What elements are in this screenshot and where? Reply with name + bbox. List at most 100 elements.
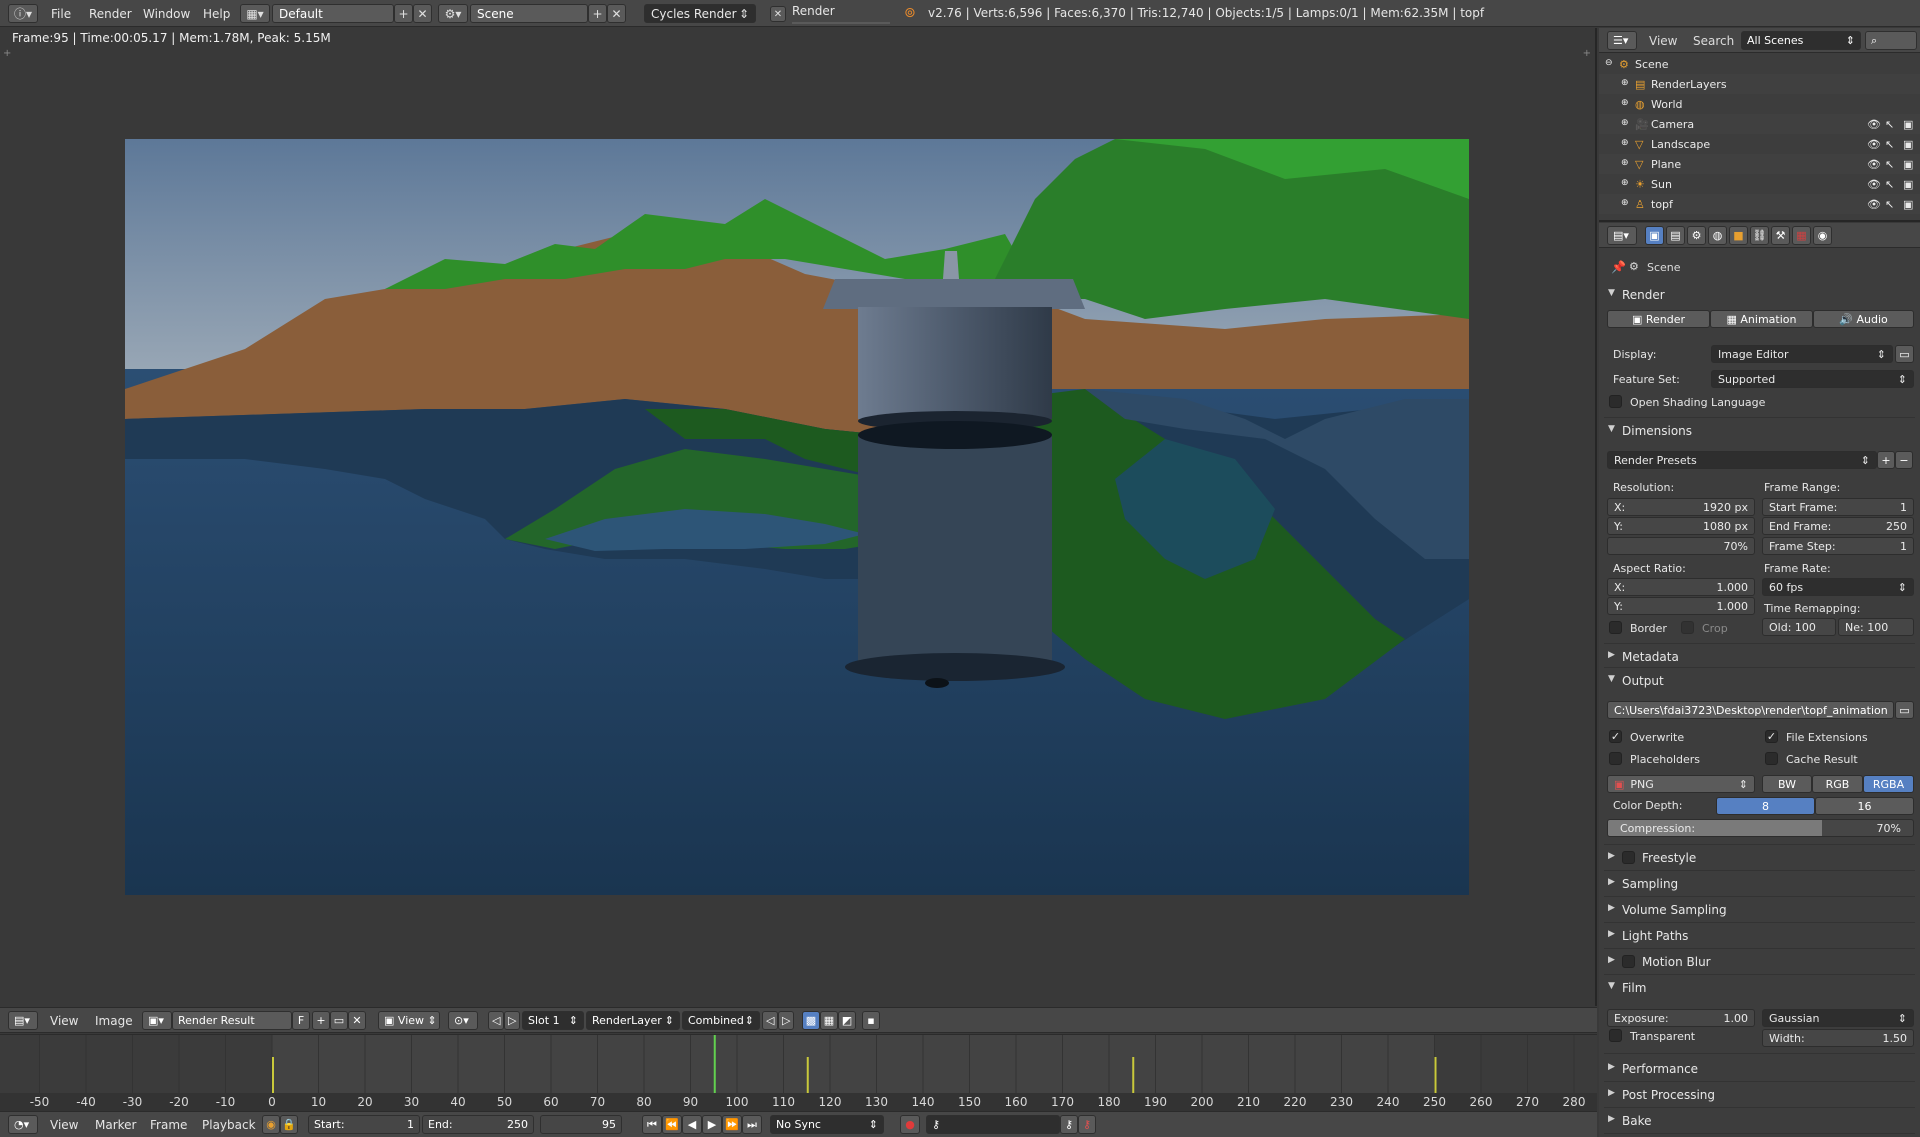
expand-toggle-icon[interactable]: ⊕ bbox=[1621, 158, 1629, 168]
resolution-x-field[interactable]: X: 1920 px bbox=[1607, 498, 1755, 516]
compression-slider[interactable]: Compression: 70% bbox=[1607, 819, 1914, 837]
outliner-row-topf[interactable]: ⊕ ♙ topf 👁 ↖ ▣ bbox=[1599, 194, 1920, 214]
draw-alpha-icon[interactable]: ▦ bbox=[820, 1011, 838, 1030]
add-scene-icon[interactable]: + bbox=[588, 4, 607, 23]
image-browse-icon[interactable]: ▣▾ bbox=[142, 1011, 172, 1030]
unlink-image-icon[interactable]: ✕ bbox=[348, 1011, 366, 1030]
outliner-row-camera[interactable]: ⊕ 🎥 Camera 👁 ↖ ▣ bbox=[1599, 114, 1920, 134]
bw-button[interactable]: BW bbox=[1762, 775, 1812, 793]
outliner-row-sun[interactable]: ⊕ ☀ Sun 👁 ↖ ▣ bbox=[1599, 174, 1920, 194]
menu-render[interactable]: Render bbox=[80, 7, 141, 21]
expand-toggle-icon[interactable]: ⊕ bbox=[1621, 198, 1629, 208]
render-button[interactable]: ▣ Render bbox=[1607, 310, 1710, 328]
next-keyframe-icon[interactable]: ⏩ bbox=[722, 1115, 742, 1134]
remove-scene-icon[interactable]: ✕ bbox=[607, 4, 626, 23]
modifiers-tab-icon[interactable]: ⚒ bbox=[1771, 226, 1790, 245]
selectable-icon[interactable]: ↖ bbox=[1885, 198, 1894, 211]
panel-performance[interactable]: ▶ Performance bbox=[1604, 1059, 1915, 1079]
jump-start-icon[interactable]: ⏮ bbox=[642, 1115, 662, 1134]
panel-enable-checkbox[interactable] bbox=[1622, 955, 1635, 968]
visibility-icon[interactable]: 👁 bbox=[1867, 158, 1881, 171]
outliner-item-label[interactable]: Plane bbox=[1651, 158, 1681, 171]
visibility-icon[interactable]: 👁 bbox=[1867, 138, 1881, 151]
menu-view[interactable]: View bbox=[50, 1118, 78, 1132]
current-frame-field[interactable]: 95 bbox=[540, 1115, 622, 1134]
panel-light-paths[interactable]: ▶ Light Paths bbox=[1604, 926, 1915, 946]
renderable-icon[interactable]: ▣ bbox=[1903, 198, 1913, 211]
resolution-percent-field[interactable]: 70% bbox=[1607, 537, 1755, 555]
menu-view[interactable]: View bbox=[50, 1014, 78, 1028]
visibility-icon[interactable]: 👁 bbox=[1867, 178, 1881, 191]
layout-field[interactable]: Default bbox=[272, 4, 394, 23]
start-frame-field[interactable]: Start Frame: 1 bbox=[1762, 498, 1914, 516]
outliner-item-label[interactable]: Camera bbox=[1651, 118, 1694, 131]
outliner-row-renderlayers[interactable]: ⊕ ▤ RenderLayers bbox=[1599, 74, 1920, 94]
physics-tab-icon[interactable]: ◉ bbox=[1813, 226, 1832, 245]
scene-icon[interactable]: ⚙▾ bbox=[438, 4, 468, 23]
sync-select[interactable]: No Sync ⇕ bbox=[770, 1115, 884, 1134]
draw-color-alpha-icon[interactable]: ▩ bbox=[802, 1011, 820, 1030]
pivot-icon[interactable]: ⊙▾ bbox=[448, 1011, 478, 1030]
menu-search[interactable]: Search bbox=[1693, 34, 1734, 48]
menu-playback[interactable]: Playback bbox=[202, 1118, 256, 1132]
display-mode-select[interactable]: All Scenes ⇕ bbox=[1741, 31, 1861, 50]
selectable-icon[interactable]: ↖ bbox=[1885, 118, 1894, 131]
crop-checkbox[interactable] bbox=[1681, 621, 1694, 634]
world-tab-icon[interactable]: ◍ bbox=[1708, 226, 1727, 245]
outliner-row-landscape[interactable]: ⊕ ▽ Landscape 👁 ↖ ▣ bbox=[1599, 134, 1920, 154]
exposure-field[interactable]: Exposure: 1.00 bbox=[1607, 1009, 1755, 1027]
renderable-icon[interactable]: ▣ bbox=[1903, 178, 1913, 191]
menu-file[interactable]: File bbox=[42, 7, 80, 21]
output-path-field[interactable]: C:\Users\fdai3723\Desktop\render\topf_an… bbox=[1607, 701, 1894, 719]
depth-8-button[interactable]: 8 bbox=[1716, 797, 1815, 815]
rgba-button[interactable]: RGBA bbox=[1863, 775, 1914, 793]
output-panel-header[interactable]: ▼ Output bbox=[1604, 671, 1915, 691]
editor-type-icon[interactable]: ▤▾ bbox=[8, 1011, 38, 1030]
panel-bake[interactable]: ▶ Bake bbox=[1604, 1111, 1915, 1131]
timeline-editor-icon[interactable]: ◔▾ bbox=[8, 1115, 38, 1134]
remap-new-field[interactable]: Ne: 100 bbox=[1838, 618, 1914, 636]
visibility-icon[interactable]: 👁 bbox=[1867, 118, 1881, 131]
overwrite-checkbox[interactable]: ✓ bbox=[1609, 730, 1622, 743]
outliner-row-plane[interactable]: ⊕ ▽ Plane 👁 ↖ ▣ bbox=[1599, 154, 1920, 174]
filter-select[interactable]: Gaussian ⇕ bbox=[1762, 1009, 1914, 1027]
border-checkbox[interactable] bbox=[1609, 621, 1622, 634]
aspect-x-field[interactable]: X: 1.000 bbox=[1607, 578, 1755, 596]
panel-volume-sampling[interactable]: ▶ Volume Sampling bbox=[1604, 900, 1915, 920]
feature-set-select[interactable]: Supported ⇕ bbox=[1711, 370, 1914, 388]
outliner-row-world[interactable]: ⊕ ◍ World bbox=[1599, 94, 1920, 114]
render-pass-select[interactable]: Combined ⇕ bbox=[682, 1011, 760, 1030]
image-name-field[interactable]: Render Result bbox=[172, 1011, 292, 1030]
render-tab-icon[interactable]: ▣ bbox=[1645, 226, 1664, 245]
panel-sampling[interactable]: ▶ Sampling bbox=[1604, 874, 1915, 894]
view-mode-select[interactable]: ▣ View ⇕ bbox=[378, 1011, 440, 1030]
menu-marker[interactable]: Marker bbox=[95, 1118, 136, 1132]
expand-toggle-icon[interactable]: ⊕ bbox=[1621, 178, 1629, 188]
render-engine-select[interactable]: Cycles Render ⇕ bbox=[644, 4, 756, 23]
rgb-button[interactable]: RGB bbox=[1812, 775, 1863, 793]
next-pass-icon[interactable]: ▷ bbox=[778, 1011, 794, 1030]
add-preset-icon[interactable]: + bbox=[1877, 451, 1895, 469]
transparent-checkbox[interactable] bbox=[1609, 1029, 1622, 1042]
menu-view[interactable]: View bbox=[1649, 34, 1677, 48]
prev-keyframe-icon[interactable]: ⏪ bbox=[662, 1115, 682, 1134]
prev-pass-icon[interactable]: ◁ bbox=[762, 1011, 778, 1030]
panel-motion-blur[interactable]: ▶ Motion Blur bbox=[1604, 952, 1915, 972]
frame-rate-select[interactable]: 60 fps ⇕ bbox=[1762, 578, 1914, 596]
object-tab-icon[interactable]: ■ bbox=[1729, 226, 1748, 245]
cancel-render-icon[interactable]: ✕ bbox=[770, 6, 786, 22]
delete-keyframe-icon[interactable]: ⚷ bbox=[1078, 1115, 1096, 1134]
render-presets-select[interactable]: Render Presets ⇕ bbox=[1607, 451, 1877, 469]
outliner-item-label[interactable]: Scene bbox=[1635, 58, 1669, 71]
layout-icon[interactable]: ▦▾ bbox=[240, 4, 270, 23]
outliner-search-field[interactable]: ⌕ bbox=[1865, 31, 1917, 50]
outliner-row-scene[interactable]: ⊖ ⚙ Scene bbox=[1599, 54, 1920, 74]
new-image-icon[interactable]: + bbox=[312, 1011, 330, 1030]
outliner-item-label[interactable]: Sun bbox=[1651, 178, 1672, 191]
outliner-editor-icon[interactable]: ☰▾ bbox=[1607, 31, 1637, 50]
menu-image[interactable]: Image bbox=[95, 1014, 133, 1028]
dimensions-panel-header[interactable]: ▼ Dimensions bbox=[1604, 421, 1915, 441]
resolution-y-field[interactable]: Y: 1080 px bbox=[1607, 517, 1755, 535]
image-editor-area[interactable]: Frame:95 | Time:00:05.17 | Mem:1.78M, Pe… bbox=[0, 28, 1597, 1006]
osl-checkbox[interactable] bbox=[1609, 395, 1622, 408]
